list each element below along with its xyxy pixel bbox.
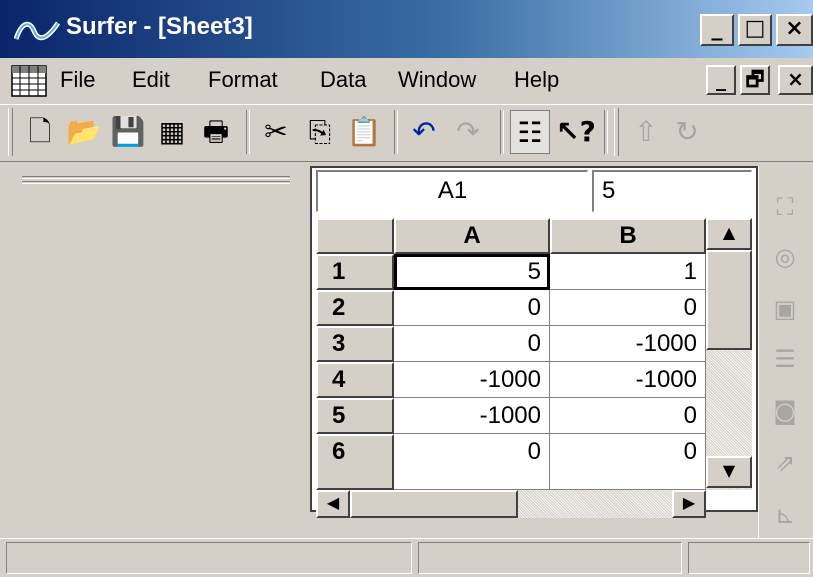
context-help-icon[interactable]: ↖? (556, 110, 596, 154)
doc-restore-button[interactable]: 🗗 (740, 65, 770, 95)
doc-minimize-button[interactable]: _ (706, 65, 736, 95)
surfer-app-icon[interactable] (14, 13, 60, 47)
rotate-icon[interactable]: ↻ (672, 110, 702, 154)
vertical-scroll-thumb[interactable] (706, 250, 752, 350)
horizontal-scroll-thumb[interactable] (350, 490, 518, 518)
worksheet-icon[interactable]: ▦ (152, 110, 192, 154)
cell-a4[interactable]: -1000 (394, 362, 550, 398)
cell-b1[interactable]: 1 (550, 254, 706, 290)
status-pane-3 (688, 542, 810, 574)
worksheet-doc-icon[interactable] (10, 64, 48, 98)
arrow-up-icon[interactable]: ⇧ (626, 110, 666, 154)
cut-icon[interactable]: ✂ (256, 110, 296, 154)
row-header[interactable]: 5 (316, 398, 394, 434)
cell-b2[interactable]: 0 (550, 290, 706, 326)
toolbar-separator (246, 110, 250, 154)
save-icon[interactable]: 💾 (108, 110, 148, 154)
scroll-up-icon[interactable]: ▲ (706, 218, 752, 250)
cell-a3[interactable]: 0 (394, 326, 550, 362)
maximize-button[interactable]: □ (738, 14, 772, 46)
cell-a5[interactable]: -1000 (394, 398, 550, 434)
vector-icon[interactable]: ⇗ (768, 446, 802, 480)
cell-b4[interactable]: -1000 (550, 362, 706, 398)
menu-help[interactable]: Help (514, 62, 559, 98)
map-icon[interactable]: ⛶ (768, 190, 802, 224)
axis-icon[interactable]: ⊾ (768, 498, 802, 532)
dock-gripper[interactable] (22, 181, 290, 184)
toolbar-gripper[interactable] (614, 108, 619, 156)
print-icon[interactable]: 🖶 (196, 110, 236, 154)
row-header[interactable]: 3 (316, 326, 394, 362)
object-manager-icon[interactable]: ☷ (510, 110, 550, 154)
toolbar-separator (394, 110, 398, 154)
cell-b5[interactable]: 0 (550, 398, 706, 434)
scroll-right-icon[interactable]: ▶ (672, 490, 706, 518)
cell-a2[interactable]: 0 (394, 290, 550, 326)
column-header-a[interactable]: A (394, 218, 550, 254)
column-header-b[interactable]: B (550, 218, 706, 254)
window-title: Surfer - [Sheet3] (66, 13, 253, 40)
camera-icon[interactable]: ◙ (768, 394, 802, 428)
active-cell-reference[interactable]: A1 (316, 170, 588, 212)
undo-icon[interactable]: ↶ (404, 110, 444, 154)
cell-a6[interactable]: 0 (394, 434, 550, 490)
menu-edit[interactable]: Edit (132, 62, 170, 98)
row-header[interactable]: 6 (316, 434, 394, 490)
cell-b3[interactable]: -1000 (550, 326, 706, 362)
redo-icon[interactable]: ↷ (448, 110, 488, 154)
doc-close-button[interactable]: × (778, 65, 813, 95)
close-button[interactable]: × (776, 14, 813, 46)
contour-icon[interactable]: ◎ (768, 240, 802, 274)
status-pane-2 (418, 542, 682, 574)
menu-file[interactable]: File (60, 62, 95, 98)
toolbar-gripper[interactable] (8, 108, 13, 156)
new-icon[interactable]: 🗋 (20, 110, 60, 154)
dock-gripper[interactable] (22, 176, 290, 179)
menu-data[interactable]: Data (320, 62, 366, 98)
select-all-corner[interactable] (316, 218, 394, 254)
post-map-icon[interactable]: ☰ (768, 342, 802, 376)
open-icon[interactable]: 📂 (64, 110, 104, 154)
cell-a1[interactable]: 5 (394, 254, 550, 290)
paste-icon[interactable]: 📋 (344, 110, 384, 154)
status-pane-main (6, 542, 412, 574)
copy-icon[interactable]: ⎘ (300, 110, 340, 154)
menu-window[interactable]: Window (398, 62, 476, 98)
menu-format[interactable]: Format (208, 62, 278, 98)
scroll-down-icon[interactable]: ▼ (706, 456, 752, 488)
row-header[interactable]: 1 (316, 254, 394, 290)
toolbar-separator (500, 110, 504, 154)
toolbar-separator (604, 110, 608, 154)
row-header[interactable]: 4 (316, 362, 394, 398)
minimize-button[interactable]: _ (700, 14, 734, 46)
scroll-left-icon[interactable]: ◀ (316, 490, 350, 518)
cell-edit-field[interactable]: 5 (592, 170, 752, 212)
image-map-icon[interactable]: ▣ (768, 292, 802, 326)
left-dock-pane (0, 166, 310, 538)
cell-b6[interactable]: 0 (550, 434, 706, 490)
row-header[interactable]: 2 (316, 290, 394, 326)
